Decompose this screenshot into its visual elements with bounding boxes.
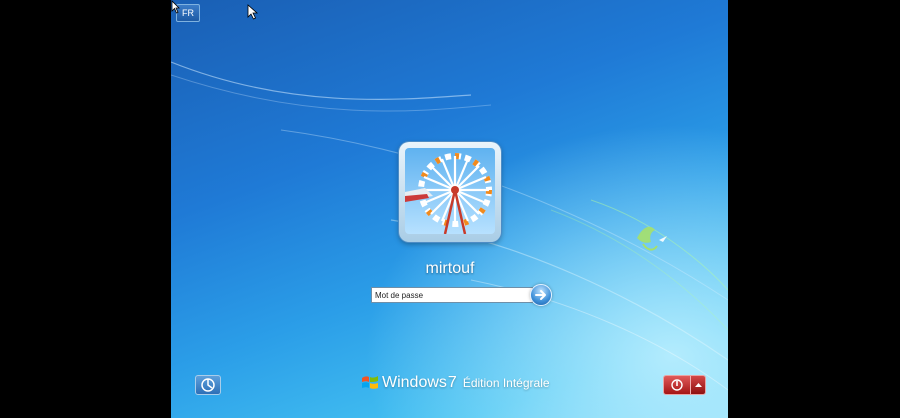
cursor-icon (171, 0, 180, 14)
ease-of-access-button[interactable] (195, 375, 221, 395)
power-controls (663, 375, 706, 395)
windows-branding: Windows 7 Édition Intégrale (361, 371, 550, 395)
power-icon (671, 379, 683, 391)
username-label: mirtouf (425, 260, 475, 277)
edition-label: Édition Intégrale (462, 376, 550, 390)
triangle-up-icon (695, 383, 702, 387)
user-tile[interactable] (399, 142, 501, 242)
submit-button[interactable] (530, 284, 552, 306)
ease-of-access-icon (201, 378, 215, 392)
shutdown-options-button[interactable] (690, 376, 705, 394)
windows-flag-icon (362, 376, 378, 389)
password-input[interactable] (371, 287, 533, 303)
arrow-right-icon (535, 290, 546, 300)
windows-wordmark: Windows (382, 374, 447, 391)
cursor-icon (247, 4, 259, 20)
user-avatar (405, 148, 495, 234)
version-number: 7 (447, 374, 457, 391)
language-label: FR (182, 8, 194, 18)
fish-bird-logo (637, 226, 667, 251)
ferris-wheel-image (405, 148, 495, 234)
shutdown-button[interactable] (664, 376, 690, 394)
login-screen: FR mirtouf Windows 7 Édition Intégrale (171, 0, 728, 418)
